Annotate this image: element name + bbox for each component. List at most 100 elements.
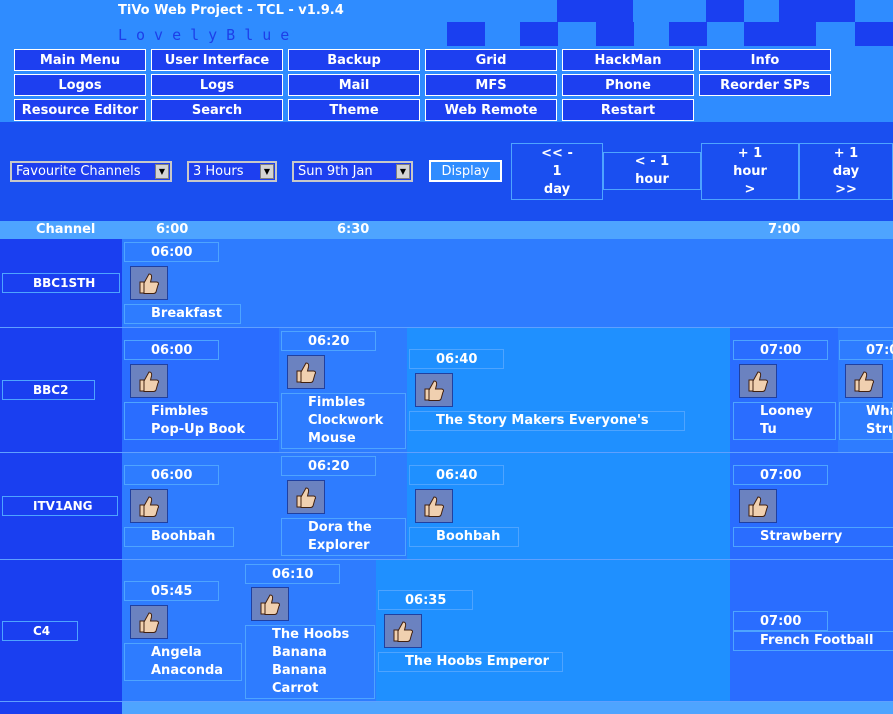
programme-time: 06:35 <box>378 590 473 610</box>
thumbs-up-icon[interactable] <box>130 266 168 300</box>
menu-mfs-button[interactable]: MFS <box>425 74 557 96</box>
menu-main-menu-button[interactable]: Main Menu <box>14 49 146 71</box>
programme-title[interactable]: Wha Stru <box>839 402 893 440</box>
time-label-0630: 6:30 <box>337 222 370 237</box>
menu-resource-editor-button[interactable]: Resource Editor <box>14 99 146 121</box>
menu-user-interface-button[interactable]: User Interface <box>151 49 283 71</box>
menu-mail-button[interactable]: Mail <box>288 74 420 96</box>
channel-column-label: Channel <box>36 222 96 237</box>
channel-group-select[interactable]: Favourite Channels ▼ <box>10 161 172 182</box>
programme-time: 06:20 <box>281 456 376 476</box>
menu-grid-button[interactable]: Grid <box>425 49 557 71</box>
programme-time: 07:0 <box>839 340 893 360</box>
programme-time: 06:00 <box>124 340 219 360</box>
checker-tile <box>706 0 744 22</box>
chevron-down-icon: ▼ <box>396 164 410 179</box>
row-divider <box>0 452 893 453</box>
programme-time: 07:00 <box>733 611 828 631</box>
nav-line: hour <box>733 163 767 179</box>
checker-tile <box>520 22 558 46</box>
thumbs-up-icon[interactable] <box>130 364 168 398</box>
nav-line: + 1 <box>833 145 859 161</box>
back-one-day-button[interactable]: << - 1 day <box>511 143 603 200</box>
date-value: Sun 9th Jan <box>298 164 373 179</box>
checker-tile <box>557 0 633 22</box>
menu-hackman-button[interactable]: HackMan <box>562 49 694 71</box>
programme-cell <box>376 560 730 702</box>
menu-web-remote-button[interactable]: Web Remote <box>425 99 557 121</box>
programme-time: 06:00 <box>124 242 219 262</box>
thumbs-up-icon[interactable] <box>739 364 777 398</box>
nav-line: << - <box>541 145 573 161</box>
duration-value: 3 Hours <box>193 164 244 179</box>
programme-title[interactable]: Fimbles Pop-Up Book <box>124 402 278 440</box>
programme-time: 06:20 <box>281 331 376 351</box>
thumbs-up-icon[interactable] <box>287 355 325 389</box>
forward-one-day-button[interactable]: + 1 day >> <box>799 143 893 200</box>
thumbs-up-icon[interactable] <box>287 480 325 514</box>
menu-logs-button[interactable]: Logs <box>151 74 283 96</box>
nav-line: hour <box>635 172 669 187</box>
programme-time: 06:10 <box>245 564 340 584</box>
chevron-down-icon: ▼ <box>260 164 274 179</box>
date-select[interactable]: Sun 9th Jan ▼ <box>292 161 413 182</box>
nav-line: > <box>744 181 756 197</box>
menu-logos-button[interactable]: Logos <box>14 74 146 96</box>
thumbs-up-icon[interactable] <box>415 489 453 523</box>
programme-cell <box>407 328 730 453</box>
programme-title[interactable]: French Football <box>733 631 893 651</box>
checker-tile <box>855 22 893 46</box>
app-title: TiVo Web Project - TCL - v1.9.4 <box>118 3 344 18</box>
programme-title[interactable]: Boohbah <box>409 527 519 547</box>
programme-title[interactable]: Fimbles Clockwork Mouse <box>281 393 406 449</box>
checker-tile <box>779 0 855 22</box>
programme-title[interactable]: The Hoobs Emperor <box>378 652 563 672</box>
menu-info-button[interactable]: Info <box>699 49 831 71</box>
channel-column <box>0 239 122 714</box>
programme-title[interactable]: Angela Anaconda <box>124 643 242 681</box>
channel-name-itv1ang[interactable]: ITV1ANG <box>2 496 118 516</box>
row-divider <box>0 559 893 560</box>
programme-title[interactable]: Looney Tu <box>733 402 836 440</box>
menu-theme-button[interactable]: Theme <box>288 99 420 121</box>
programme-title[interactable]: Strawberry Shortcak <box>733 527 893 547</box>
nav-line: day <box>832 163 860 179</box>
menu-phone-button[interactable]: Phone <box>562 74 694 96</box>
menu-reorder-sps-button[interactable]: Reorder SPs <box>699 74 831 96</box>
forward-one-hour-button[interactable]: + 1 hour > <box>701 143 799 200</box>
checker-tile <box>596 22 634 46</box>
thumbs-up-icon[interactable] <box>130 489 168 523</box>
time-label-0700: 7:00 <box>768 222 801 237</box>
thumbs-up-icon[interactable] <box>845 364 883 398</box>
display-button[interactable]: Display <box>429 160 502 182</box>
menu-search-button[interactable]: Search <box>151 99 283 121</box>
nav-line: >> <box>835 181 857 197</box>
checker-tile <box>669 22 707 46</box>
thumbs-up-icon[interactable] <box>415 373 453 407</box>
thumbs-up-icon[interactable] <box>251 587 289 621</box>
nav-line: day <box>543 181 571 197</box>
menu-restart-button[interactable]: Restart <box>562 99 694 121</box>
channel-name-bbc2[interactable]: BBC2 <box>2 380 95 400</box>
programme-time: 06:40 <box>409 349 504 369</box>
programme-time: 06:00 <box>124 465 219 485</box>
programme-title[interactable]: The Hoobs Banana Banana Carrot <box>245 625 375 699</box>
thumbs-up-icon[interactable] <box>739 489 777 523</box>
programme-title[interactable]: The Story Makers Everyone's Diffe <box>409 411 685 431</box>
channel-name-c4[interactable]: C4 <box>2 621 78 641</box>
back-one-hour-button[interactable]: < - 1 hour <box>603 152 701 190</box>
channel-name-bbc1sth[interactable]: BBC1STH <box>2 273 120 293</box>
checker-tile <box>744 22 816 46</box>
programme-title[interactable]: Boohbah <box>124 527 234 547</box>
programme-title[interactable]: Dora the Explorer <box>281 518 406 556</box>
menu-backup-button[interactable]: Backup <box>288 49 420 71</box>
duration-select[interactable]: 3 Hours ▼ <box>187 161 277 182</box>
thumbs-up-icon[interactable] <box>384 614 422 648</box>
row-divider <box>0 327 893 328</box>
time-label-0600: 6:00 <box>156 222 189 237</box>
programme-time: 06:40 <box>409 465 504 485</box>
channel-group-value: Favourite Channels <box>16 164 141 179</box>
theme-name: LovelyBlue <box>118 26 299 44</box>
thumbs-up-icon[interactable] <box>130 605 168 639</box>
programme-title[interactable]: Breakfast <box>124 304 241 324</box>
